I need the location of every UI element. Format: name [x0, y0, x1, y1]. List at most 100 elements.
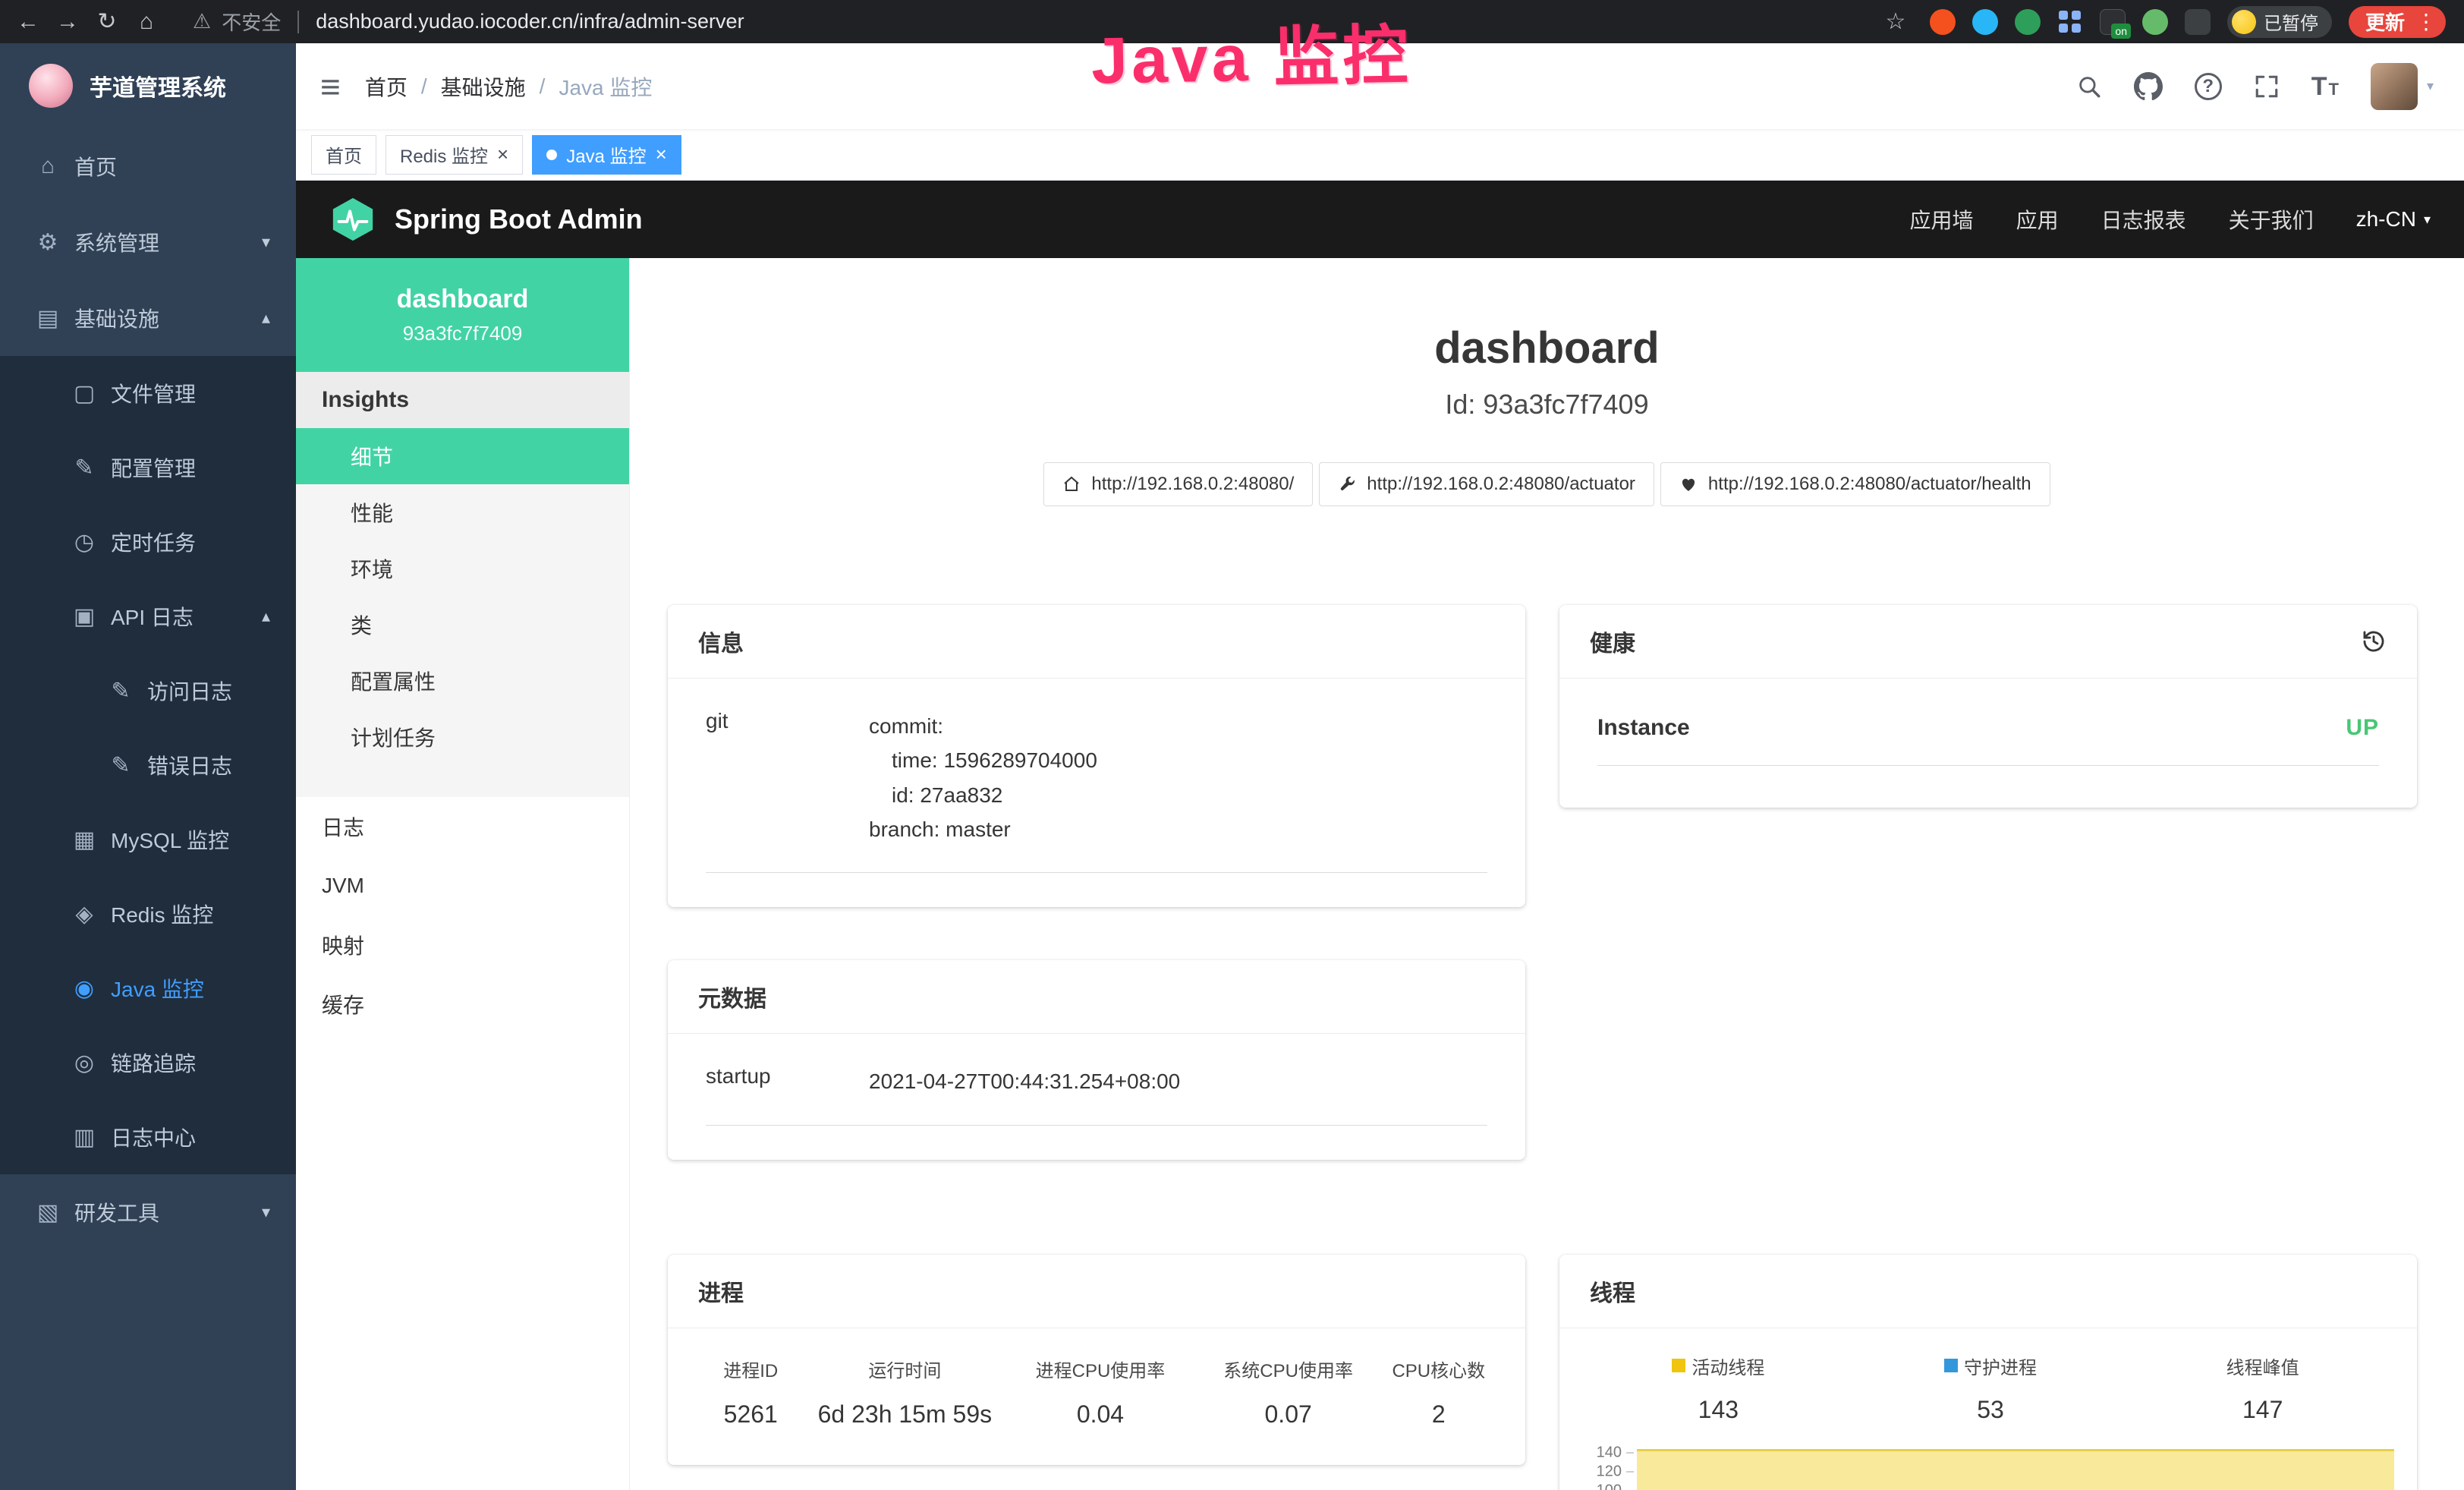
heart-icon: [1679, 475, 1698, 493]
active-tab-dot: [546, 150, 557, 160]
sba-item-performance[interactable]: 性能: [296, 484, 629, 540]
sidebar-item-redis-monitor[interactable]: ◈ Redis 监控: [0, 877, 296, 951]
help-icon[interactable]: ?: [2195, 73, 2222, 100]
extension-icon-3[interactable]: [2015, 9, 2041, 35]
sidebar-item-home[interactable]: ⌂ 首页: [0, 128, 296, 204]
sba-item-logs[interactable]: 日志: [296, 797, 629, 856]
browser-home-icon[interactable]: ⌂: [129, 5, 164, 39]
process-col-system-cpu: 系统CPU使用率 0.07: [1202, 1356, 1375, 1429]
browser-actions: ☆ on 已暂停 更新 ⋮: [1878, 5, 2453, 39]
sidebar-item-tracing[interactable]: ◎ 链路追踪: [0, 1025, 296, 1100]
github-icon[interactable]: [2134, 72, 2163, 101]
user-avatar[interactable]: [2371, 63, 2418, 110]
extension-icon-1[interactable]: [1930, 9, 1956, 35]
extension-icon-4[interactable]: [2057, 9, 2083, 35]
forward-icon[interactable]: →: [50, 5, 85, 39]
card-title: 线程: [1590, 1274, 1635, 1308]
sba-body: dashboard 93a3fc7f7409 Insights 细节 性能 环境…: [296, 258, 2464, 1490]
sidebar-item-infrastructure[interactable]: ▤ 基础设施 ▴: [0, 280, 296, 356]
history-icon[interactable]: [2361, 628, 2387, 654]
sba-item-scheduled-tasks[interactable]: 计划任务: [296, 709, 629, 765]
extension-icon-7[interactable]: [2185, 9, 2211, 35]
security-warning-icon[interactable]: ⚠: [193, 10, 211, 33]
process-col-value: 2: [1375, 1400, 1503, 1429]
bookmark-star-icon[interactable]: ☆: [1878, 5, 1913, 39]
user-menu[interactable]: ▾: [2371, 63, 2434, 110]
app-window: 芋道管理系统 ⌂ 首页 ⚙ 系统管理 ▾ ▤ 基础设施 ▴ ▢ 文件管理 ✎ 配…: [0, 43, 2464, 1490]
app-logo[interactable]: 芋道管理系统: [0, 43, 296, 128]
back-icon[interactable]: ←: [11, 5, 46, 39]
menu-label: Redis 监控: [111, 899, 213, 929]
extension-icon-6[interactable]: [2142, 9, 2168, 35]
sba-nav-wallboard[interactable]: 应用墙: [1910, 204, 1974, 235]
fullscreen-icon[interactable]: [2254, 74, 2280, 99]
status-badge: UP: [2346, 715, 2379, 741]
address-bar[interactable]: ⚠ 不安全 dashboard.yudao.iocoder.cn/infra/a…: [167, 8, 1875, 36]
sidebar-item-access-logs[interactable]: ✎ 访问日志: [0, 654, 296, 728]
browser-menu-icon[interactable]: ⋮: [2415, 9, 2437, 34]
insights-group-label: Insights: [296, 372, 629, 428]
menu-label: 错误日志: [147, 750, 232, 780]
process-col-label: 运行时间: [811, 1356, 999, 1382]
sidebar-item-mysql-monitor[interactable]: ▦ MySQL 监控: [0, 802, 296, 877]
health-card: 健康 Instance UP: [1559, 605, 2417, 808]
sba-item-environment[interactable]: 环境: [296, 540, 629, 597]
menu-label: 系统管理: [74, 227, 159, 257]
sidebar-item-config-management[interactable]: ✎ 配置管理: [0, 430, 296, 505]
sba-item-details[interactable]: 细节: [296, 428, 629, 484]
sidebar-item-system-management[interactable]: ⚙ 系统管理 ▾: [0, 204, 296, 280]
health-instance-row[interactable]: Instance UP: [1597, 715, 2379, 766]
chevron-down-icon: ▾: [2424, 212, 2431, 228]
sidebar-item-error-logs[interactable]: ✎ 错误日志: [0, 728, 296, 802]
instance-name: dashboard: [397, 285, 529, 314]
sidebar-item-file-management[interactable]: ▢ 文件管理: [0, 356, 296, 430]
sidebar-item-scheduled-tasks[interactable]: ◷ 定时任务: [0, 505, 296, 579]
font-size-icon[interactable]: T T: [2311, 74, 2339, 99]
metadata-card: 元数据 startup 2021-04-27T00:44:31.254+08:0…: [668, 960, 1525, 1159]
instance-header[interactable]: dashboard 93a3fc7f7409: [296, 258, 629, 372]
sidebar-item-api-logs[interactable]: ▣ API 日志 ▴: [0, 579, 296, 654]
sidebar-item-java-monitor[interactable]: ◉ Java 监控: [0, 951, 296, 1025]
tools-icon: ▧: [30, 1199, 65, 1226]
metadata-value: 2021-04-27T00:44:31.254+08:00: [869, 1064, 1180, 1098]
extension-icon-2[interactable]: [1972, 9, 1998, 35]
metadata-value-wrap: 2021-04-27T00:44:31.254+08:00: [869, 1064, 1180, 1098]
breadcrumb-home[interactable]: 首页: [365, 71, 408, 102]
sidebar-toggle-icon[interactable]: ≡: [296, 66, 365, 107]
search-icon[interactable]: [2076, 74, 2102, 99]
threads-chart: 140 120 100: [1582, 1445, 2399, 1490]
update-button[interactable]: 更新 ⋮: [2349, 6, 2446, 38]
extension-icon-5[interactable]: on: [2100, 9, 2126, 35]
security-label[interactable]: 不安全: [222, 8, 281, 36]
sba-nav-about[interactable]: 关于我们: [2229, 204, 2314, 235]
git-time-line: time: 1596289704000: [869, 743, 1097, 777]
cards-grid: 信息 git commit: time: 1596289704000 id: 2…: [668, 605, 2464, 1490]
health-url-link[interactable]: http://192.168.0.2:48080/actuator/health: [1660, 462, 2050, 506]
sidebar-item-dev-tools[interactable]: ▧ 研发工具 ▾: [0, 1174, 296, 1250]
tab-redis-monitor[interactable]: Redis 监控 ×: [385, 135, 523, 175]
profile-badge[interactable]: 已暂停: [2227, 6, 2332, 38]
tab-home[interactable]: 首页: [311, 135, 376, 175]
gear-icon: ⚙: [30, 229, 65, 256]
page-subtitle: Id: 93a3fc7f7409: [630, 389, 2464, 421]
sba-item-caches[interactable]: 缓存: [296, 975, 629, 1034]
reload-icon[interactable]: ↻: [90, 5, 124, 39]
sba-brand[interactable]: Spring Boot Admin: [329, 196, 643, 243]
instance-id: 93a3fc7f7409: [403, 322, 523, 345]
sba-item-config-props[interactable]: 配置属性: [296, 653, 629, 709]
url-text[interactable]: dashboard.yudao.iocoder.cn/infra/admin-s…: [316, 10, 744, 33]
sba-locale-select[interactable]: zh-CN ▾: [2356, 207, 2431, 232]
sba-item-classes[interactable]: 类: [296, 597, 629, 653]
instance-url-link[interactable]: http://192.168.0.2:48080/: [1043, 462, 1313, 506]
sba-nav-applications[interactable]: 应用: [2016, 204, 2059, 235]
actuator-url-link[interactable]: http://192.168.0.2:48080/actuator: [1319, 462, 1654, 506]
tab-java-monitor[interactable]: Java 监控 ×: [532, 135, 681, 175]
sidebar-item-log-center[interactable]: ▥ 日志中心: [0, 1100, 296, 1174]
sba-nav-journal[interactable]: 日志报表: [2101, 204, 2186, 235]
sba-item-jvm[interactable]: JVM: [296, 856, 629, 915]
sba-item-mappings[interactable]: 映射: [296, 915, 629, 975]
breadcrumb-infrastructure[interactable]: 基础设施: [441, 71, 526, 102]
process-col-pid: 进程ID 5261: [691, 1356, 811, 1429]
close-icon[interactable]: ×: [497, 143, 508, 166]
close-icon[interactable]: ×: [656, 143, 667, 166]
